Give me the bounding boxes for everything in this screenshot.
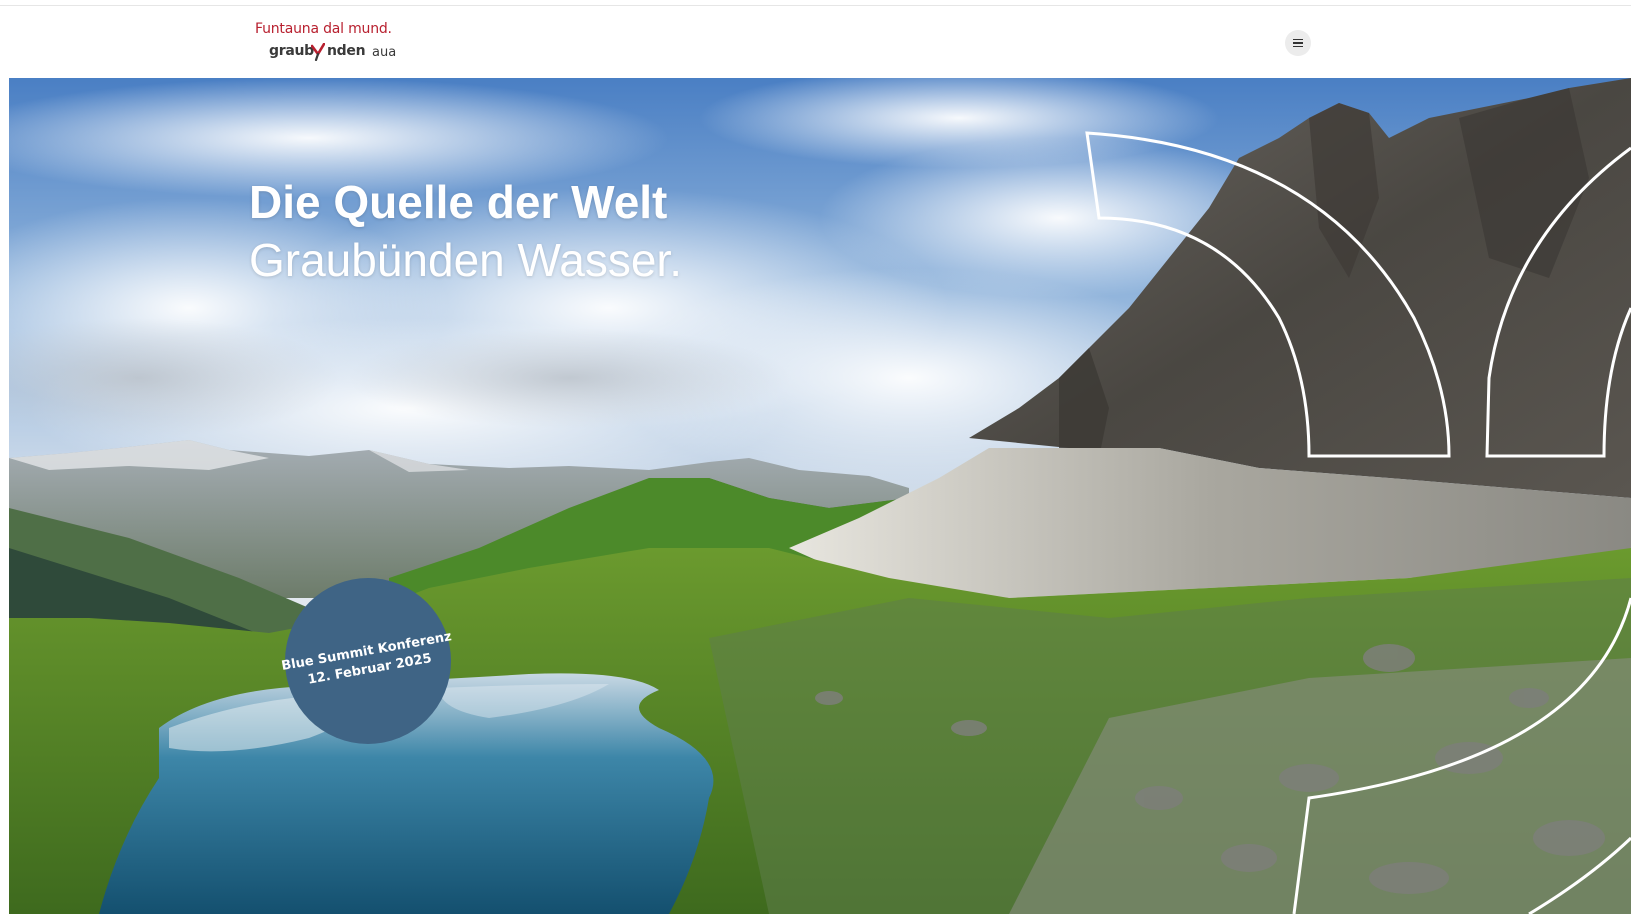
logo-wordmark-start: graub — [269, 43, 314, 59]
site-logo[interactable]: Funtauna dal mund. graub nden aua — [255, 21, 397, 67]
menu-button[interactable] — [1285, 30, 1311, 56]
hero-section: Die Quelle der Welt Graubünden Wasser. B… — [9, 78, 1631, 914]
logo-drop-mark-icon — [311, 43, 325, 61]
decorative-arc-outlines — [1085, 131, 1631, 914]
event-badge[interactable]: Blue Summit Konferenz 12. Februar 2025 — [280, 578, 453, 744]
event-badge-text: Blue Summit Konferenz 12. Februar 2025 — [280, 628, 456, 693]
site-header: Funtauna dal mund. graub nden aua — [0, 6, 1631, 78]
logo-wordmark-end: nden — [327, 43, 366, 59]
logo-wordmark-suffix: aua — [372, 45, 397, 60]
hamburger-menu-icon — [1293, 39, 1303, 47]
logo-tagline: Funtauna dal mund. — [255, 21, 392, 37]
